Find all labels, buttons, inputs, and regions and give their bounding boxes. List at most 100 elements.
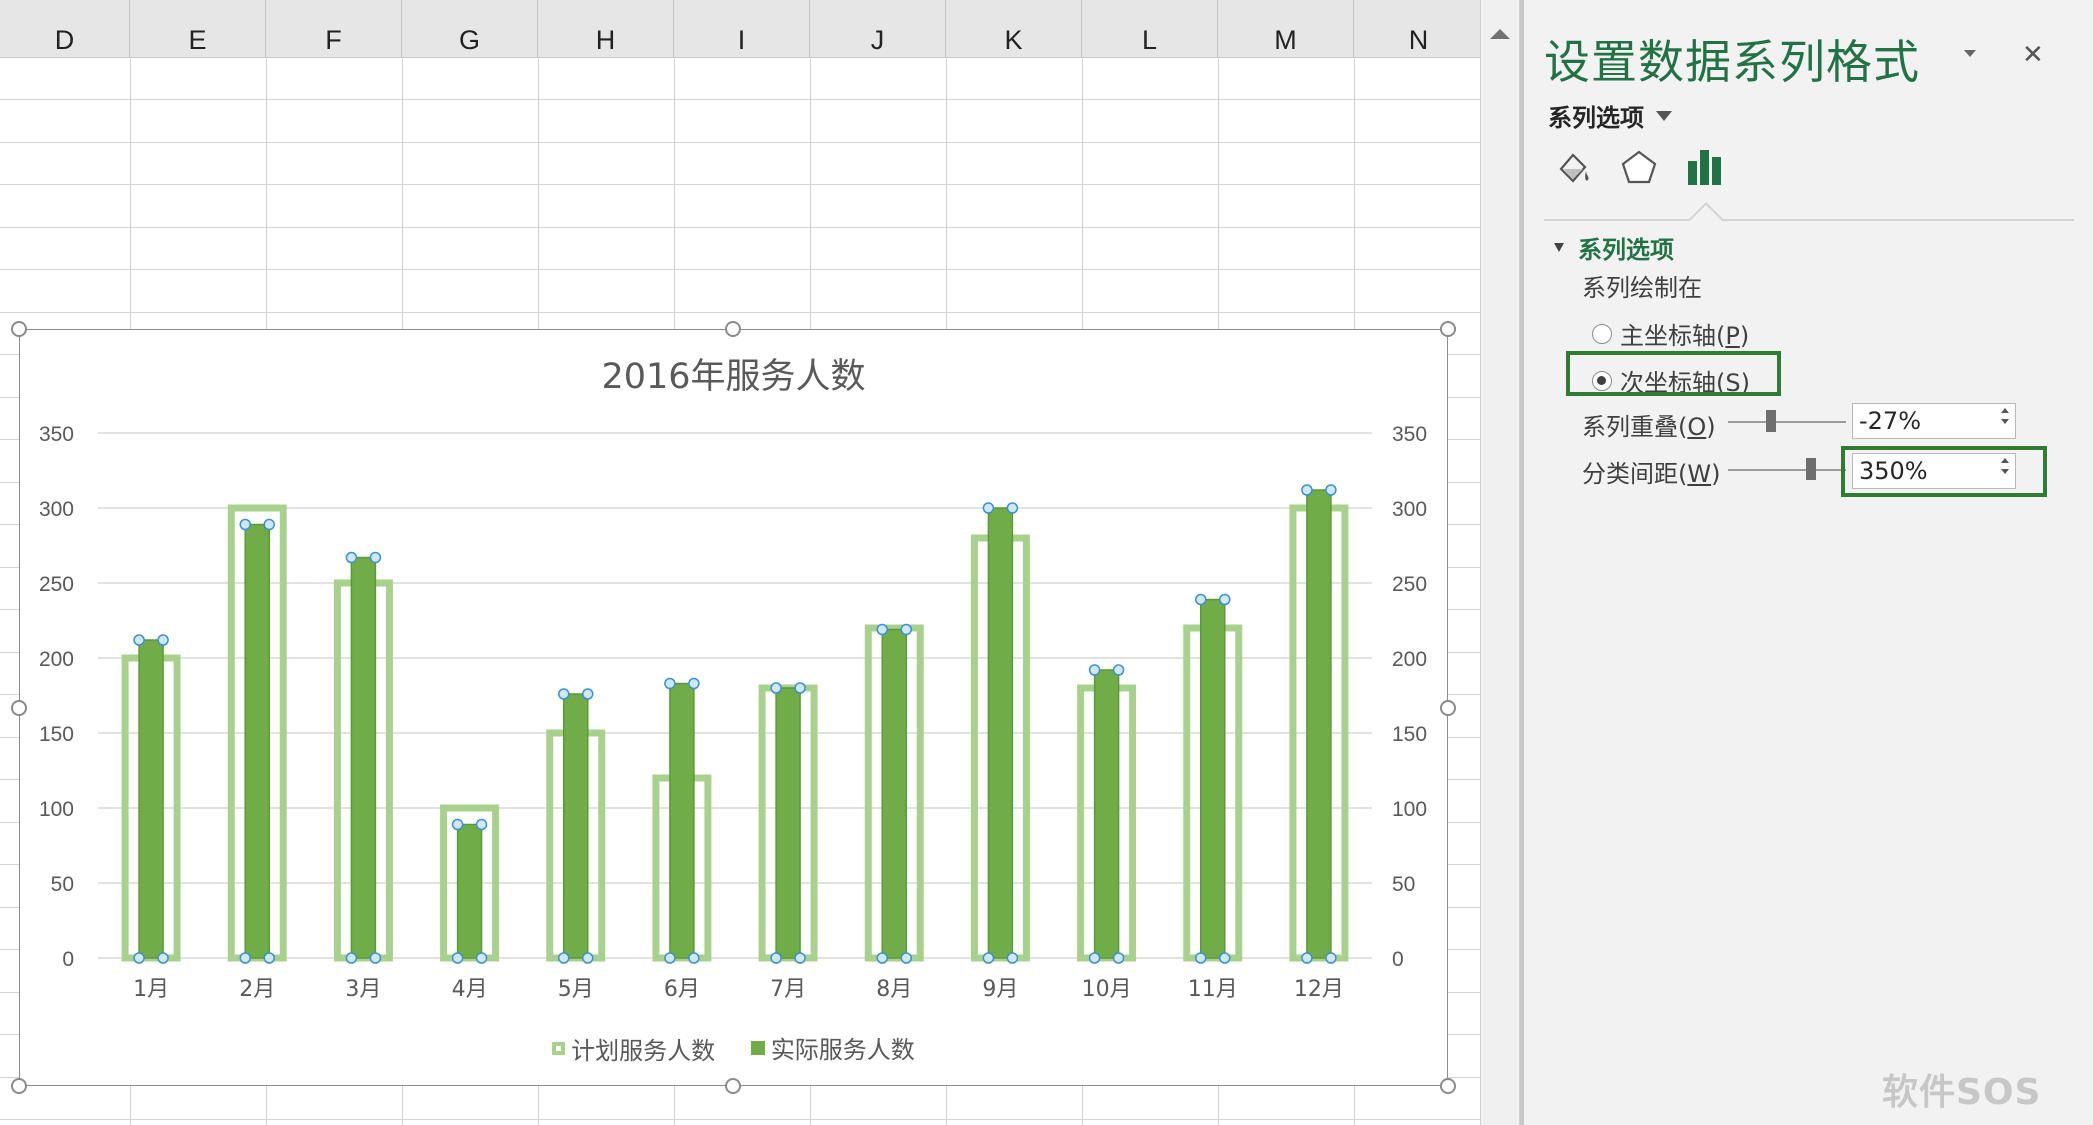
- selection-handle: [345, 952, 358, 964]
- spin-down-icon[interactable]: [2001, 419, 2009, 424]
- selection-handle: [876, 623, 888, 636]
- selection-handle: [1088, 664, 1101, 676]
- selection-handle: [558, 688, 570, 700]
- legend-label-plan: 计划服务人数: [571, 1036, 716, 1065]
- series-options-icon[interactable]: [1684, 146, 1726, 188]
- selection-handle: [900, 952, 912, 964]
- primary-axis-label: 主坐标轴(P): [1620, 322, 1750, 350]
- column-header-D[interactable]: D: [0, 0, 130, 57]
- selection-handle: [451, 952, 464, 964]
- vertical-scrollbar[interactable]: [1480, 0, 1520, 1125]
- gap-width-slider-track[interactable]: [1728, 469, 1846, 471]
- series-overlap-slider-track[interactable]: [1728, 421, 1846, 423]
- format-data-series-pane: 设置数据系列格式 ✕ 系列选项 系列选项 系列绘制在 主坐标轴(P) 次坐标轴(…: [1524, 0, 2093, 1125]
- scroll-up-arrow-icon[interactable]: [1485, 14, 1515, 54]
- close-icon[interactable]: ✕: [2022, 40, 2044, 70]
- primary-axis-option[interactable]: 主坐标轴(P): [1592, 316, 1749, 351]
- actual-bar: [987, 507, 1014, 959]
- pane-options-chevron-down-icon[interactable]: [1964, 50, 1976, 57]
- gap-width-slider-thumb[interactable]: [1805, 458, 1816, 480]
- selection-handle: [475, 952, 488, 964]
- spin-up-icon[interactable]: [2001, 408, 2009, 413]
- legend-item-actual[interactable]: 实际服务人数: [750, 1030, 915, 1065]
- legend-swatch-actual: [750, 1040, 765, 1055]
- column-header-G[interactable]: G: [402, 0, 538, 57]
- column-header-bar: D E F G H I J K L M N: [0, 0, 1480, 58]
- selection-handle: [1325, 484, 1337, 496]
- selection-handle: [1195, 593, 1207, 606]
- column-header-E[interactable]: E: [130, 0, 266, 57]
- y2-axis-tick-label: 250: [1392, 573, 1427, 596]
- chart-resize-handle-bottom-left[interactable]: [11, 1078, 27, 1094]
- chart-resize-handle-top-left[interactable]: [11, 321, 27, 337]
- selection-handle: [982, 952, 995, 964]
- x-axis-tick-label: 3月: [345, 977, 381, 1002]
- x-axis-tick-label: 5月: [558, 977, 594, 1002]
- series-options-dropdown[interactable]: 系列选项: [1548, 98, 1672, 133]
- selection-handle: [263, 518, 275, 531]
- selection-handle: [688, 677, 700, 690]
- watermark: 软件SOS: [1882, 1072, 2042, 1113]
- actual-bar: [1200, 598, 1226, 959]
- effects-icon[interactable]: [1618, 146, 1660, 188]
- primary-axis-radio[interactable]: [1592, 323, 1612, 344]
- y-axis-tick-label: 350: [39, 423, 74, 446]
- selection-handle: [770, 682, 782, 694]
- column-header-J[interactable]: J: [810, 0, 946, 57]
- x-axis-tick-label: 8月: [876, 977, 912, 1002]
- row-gridline: [0, 311, 1480, 313]
- selection-handle: [475, 818, 488, 831]
- selection-handle: [794, 952, 806, 964]
- series-overlap-row: 系列重叠(O): [1582, 407, 1716, 442]
- y-axis-tick-label: 100: [39, 798, 74, 821]
- legend-swatch-plan: [552, 1041, 566, 1055]
- y2-axis-tick-label: 150: [1392, 723, 1427, 746]
- gap-width-row: 分类间距(W): [1582, 454, 1720, 489]
- series-overlap-label: 系列重叠(O): [1582, 413, 1716, 441]
- chart-resize-handle-top-middle[interactable]: [725, 321, 741, 337]
- selection-handle: [1219, 593, 1231, 606]
- section-title: 系列选项: [1578, 236, 1674, 264]
- chart-resize-handle-bottom-middle[interactable]: [725, 1078, 741, 1094]
- row-gridline: [0, 141, 1480, 143]
- gap-width-highlight-box: [1841, 446, 2047, 497]
- fill-line-icon[interactable]: [1552, 146, 1594, 188]
- chart-object[interactable]: 2016年服务人数 0 0 50 50 100 100 150 150 200 200 250 250…: [19, 329, 1448, 1086]
- row-gridline: [0, 269, 1480, 270]
- column-header-K[interactable]: K: [946, 0, 1082, 57]
- selection-handle: [1006, 502, 1019, 514]
- y-axis-tick-label: 250: [39, 573, 74, 596]
- selection-handle: [1325, 952, 1337, 964]
- selection-handle: [157, 952, 169, 964]
- column-header-L[interactable]: L: [1082, 0, 1218, 57]
- series-options-dropdown-label: 系列选项: [1548, 104, 1644, 132]
- chart-resize-handle-bottom-right[interactable]: [1440, 1078, 1456, 1094]
- series-options-section-header[interactable]: 系列选项: [1554, 230, 1674, 265]
- plot-area[interactable]: 0 0 50 50 100 100 150 150 200 200 250 250 300 300 350 3…: [20, 330, 1446, 1084]
- chart-resize-handle-top-right[interactable]: [1440, 321, 1456, 337]
- selection-handle: [558, 952, 570, 964]
- chart-resize-handle-middle-left[interactable]: [11, 700, 27, 716]
- pane-title: 设置数据系列格式: [1544, 35, 1920, 89]
- selection-handle: [794, 682, 806, 694]
- selection-handle: [239, 518, 251, 531]
- column-header-M[interactable]: M: [1218, 0, 1354, 57]
- column-header-H[interactable]: H: [538, 0, 674, 57]
- actual-bar: [775, 687, 801, 959]
- selection-handle: [157, 634, 169, 646]
- column-header-F[interactable]: F: [266, 0, 402, 57]
- series-overlap-input[interactable]: -27%: [1852, 403, 2016, 439]
- selection-handle: [369, 551, 382, 564]
- y2-axis-tick-label: 100: [1392, 798, 1427, 821]
- secondary-axis-highlight-box: [1566, 351, 1781, 396]
- chart-legend[interactable]: 计划服务人数 实际服务人数: [20, 1030, 1447, 1066]
- series-overlap-slider-thumb[interactable]: [1766, 410, 1777, 432]
- column-header-I[interactable]: I: [674, 0, 810, 57]
- chart-resize-handle-middle-right[interactable]: [1440, 700, 1456, 716]
- selection-handle: [1219, 952, 1231, 964]
- selection-handle: [369, 952, 382, 964]
- legend-item-plan[interactable]: 计划服务人数: [552, 1031, 715, 1066]
- x-axis-tick-label: 7月: [770, 977, 806, 1002]
- series-overlap-spinner[interactable]: [2001, 408, 2009, 424]
- column-header-N[interactable]: N: [1354, 0, 1480, 57]
